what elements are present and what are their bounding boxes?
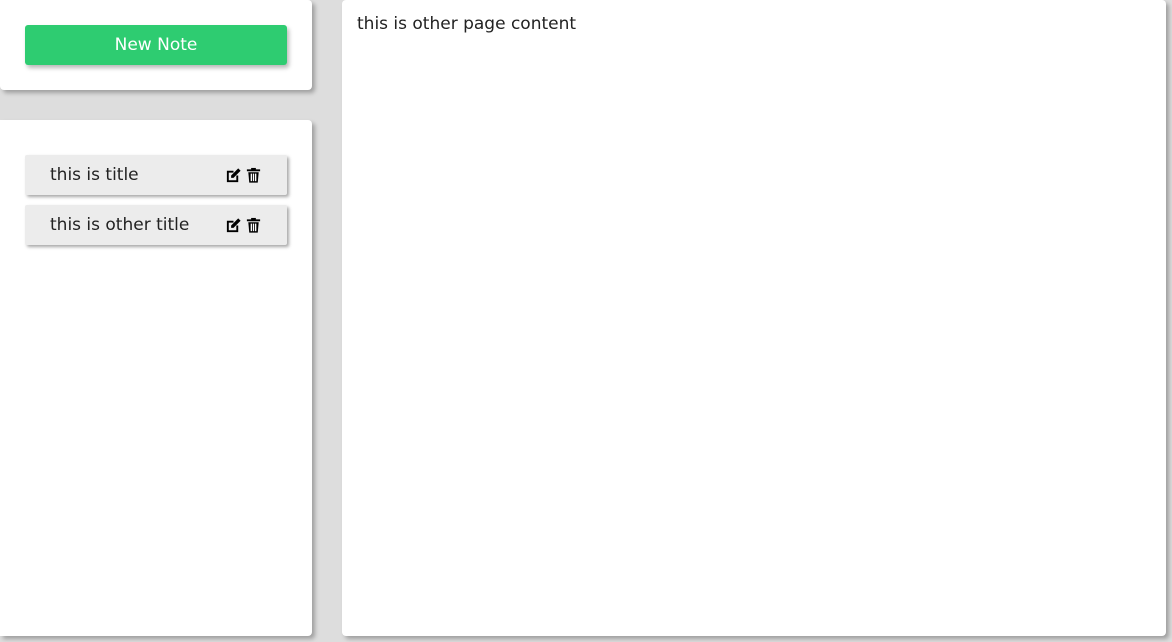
trash-icon[interactable] [244,166,262,184]
note-title: this is other title [50,215,190,235]
note-title: this is title [50,165,139,185]
edit-icon[interactable] [224,216,242,234]
list-item[interactable]: this is other title [25,205,287,245]
note-actions [224,166,262,184]
page-content: this is other page content [357,14,577,34]
edit-icon[interactable] [224,166,242,184]
content-panel: this is other page content [342,0,1166,636]
new-note-button[interactable]: New Note [25,25,287,65]
list-item[interactable]: this is title [25,155,287,195]
trash-icon[interactable] [244,216,262,234]
note-actions [224,216,262,234]
new-note-panel: New Note [0,0,312,90]
notes-list: this is title this is other title [25,155,287,255]
notes-list-panel: this is title this is other title [0,120,312,636]
